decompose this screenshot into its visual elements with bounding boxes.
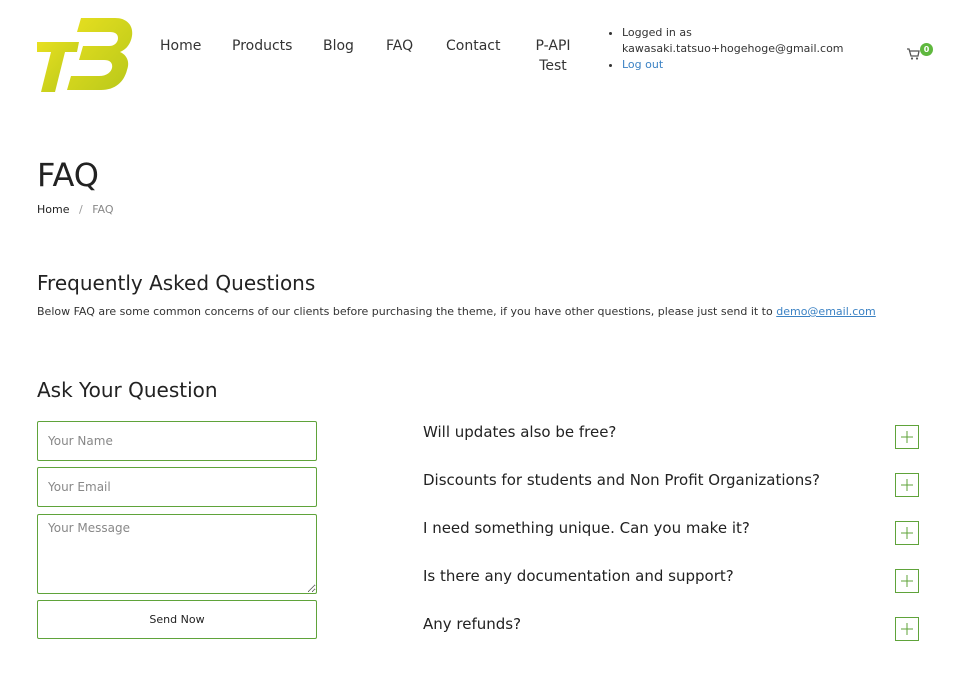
faq-question: Will updates also be free? [423, 423, 617, 441]
email-input[interactable] [37, 467, 317, 507]
message-textarea[interactable] [37, 514, 317, 594]
plus-icon[interactable] [895, 473, 919, 497]
name-input[interactable] [37, 421, 317, 461]
page-title: FAQ [37, 156, 99, 194]
nav-p-api-test-line2: Test [539, 58, 567, 74]
faq-item[interactable]: Will updates also be free? [423, 423, 919, 451]
nav-p-api-test[interactable]: P-API Test [532, 36, 574, 76]
breadcrumb-current: FAQ [92, 203, 114, 216]
logged-in-info: Logged in as kawasaki.tatsuo+hogehoge@gm… [622, 25, 844, 57]
plus-icon[interactable] [895, 521, 919, 545]
plus-icon[interactable] [895, 425, 919, 449]
faq-item[interactable]: Is there any documentation and support? [423, 567, 919, 595]
faq-question: Is there any documentation and support? [423, 567, 734, 585]
breadcrumb: Home / FAQ [37, 203, 114, 216]
faq-intro: Below FAQ are some common concerns of ou… [37, 305, 937, 318]
nav-p-api-test-line1: P-API [535, 38, 571, 54]
nav-faq[interactable]: FAQ [386, 36, 413, 56]
nav-products[interactable]: Products [232, 36, 292, 56]
ask-question-title: Ask Your Question [37, 378, 218, 402]
faq-intro-text: Below FAQ are some common concerns of ou… [37, 305, 773, 318]
nav-home[interactable]: Home [160, 36, 201, 56]
account-menu: Logged in as kawasaki.tatsuo+hogehoge@gm… [608, 25, 844, 73]
faq-item[interactable]: Discounts for students and Non Profit Or… [423, 471, 919, 499]
cart-count-badge: 0 [920, 43, 933, 56]
logout-link[interactable]: Log out [622, 58, 663, 71]
faq-question: I need something unique. Can you make it… [423, 519, 750, 537]
faq-question: Any refunds? [423, 615, 522, 633]
send-now-button[interactable]: Send Now [37, 600, 317, 639]
plus-icon[interactable] [895, 617, 919, 641]
breadcrumb-home[interactable]: Home [37, 203, 69, 216]
logout-item: Log out [622, 57, 844, 73]
logged-in-label: Logged in as [622, 26, 692, 39]
faq-question: Discounts for students and Non Profit Or… [423, 471, 820, 489]
cart-icon[interactable] [906, 46, 920, 60]
faq-item[interactable]: I need something unique. Can you make it… [423, 519, 919, 547]
plus-icon[interactable] [895, 569, 919, 593]
logged-in-email: kawasaki.tatsuo+hogehoge@gmail.com [622, 42, 844, 55]
nav-blog[interactable]: Blog [323, 36, 354, 56]
contact-email-link[interactable]: demo@email.com [776, 305, 876, 318]
site-logo[interactable] [37, 18, 133, 92]
faq-item[interactable]: Any refunds? [423, 615, 919, 643]
nav-contact[interactable]: Contact [446, 36, 500, 56]
breadcrumb-separator: / [78, 203, 83, 216]
faq-section-title: Frequently Asked Questions [37, 271, 316, 295]
